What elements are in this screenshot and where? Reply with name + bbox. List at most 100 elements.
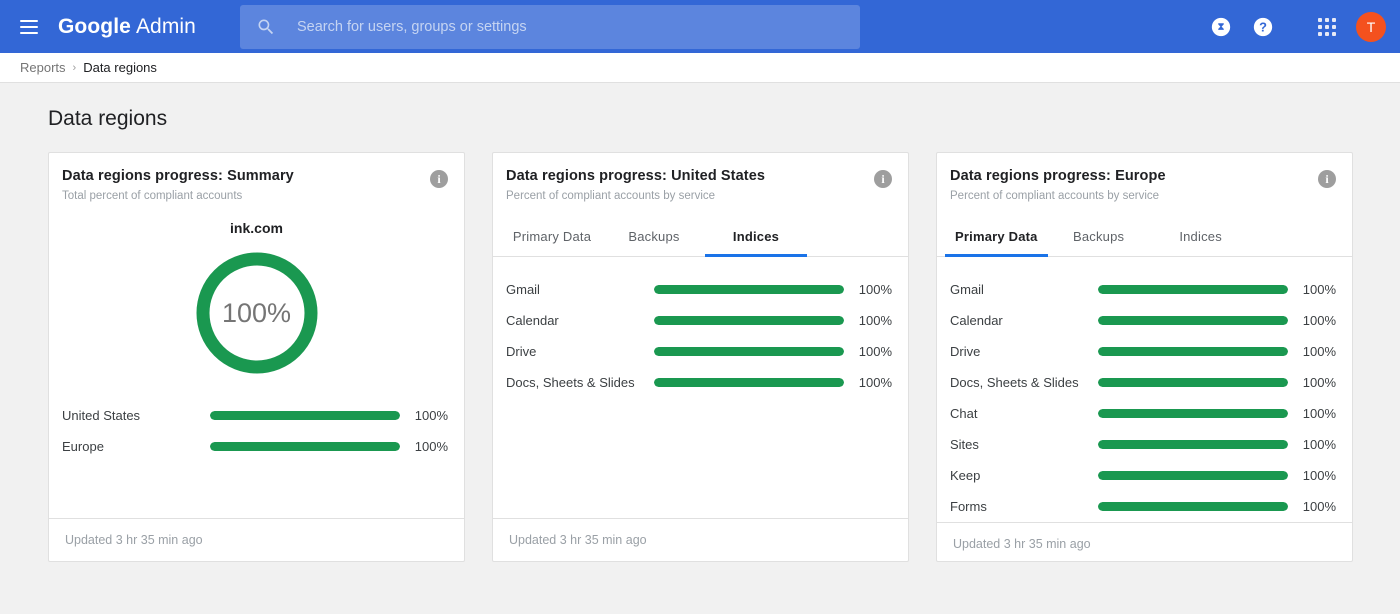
tab-primary-data[interactable]: Primary Data <box>501 218 603 257</box>
search-bar[interactable] <box>240 5 860 49</box>
card-europe: Data regions progress: EuropePercent of … <box>936 152 1353 562</box>
progress-bar-fill <box>654 285 844 294</box>
progress-row: Drive100% <box>506 336 892 367</box>
progress-row-value: 100% <box>1300 313 1336 328</box>
card-united-states: Data regions progress: United StatesPerc… <box>492 152 909 562</box>
progress-row: Keep 100% <box>950 460 1336 491</box>
progress-bar-fill <box>1098 440 1288 449</box>
progress-row: Calendar100% <box>950 305 1336 336</box>
progress-bar-fill <box>210 411 400 420</box>
card-footer-updated: Updated 3 hr 35 min ago <box>493 518 908 561</box>
progress-row-value: 100% <box>856 282 892 297</box>
card-tabs: Primary DataBackupsIndices <box>493 218 908 257</box>
progress-bar-track <box>1098 285 1288 294</box>
progress-row-label: Gmail <box>950 282 1098 297</box>
progress-bar-fill <box>1098 347 1288 356</box>
card-body: Data regions progress: United StatesPerc… <box>493 153 908 518</box>
card-body: Data regions progress: EuropePercent of … <box>937 153 1352 522</box>
tab-primary-data[interactable]: Primary Data <box>945 218 1048 257</box>
progress-bar-fill <box>654 347 844 356</box>
tab-backups[interactable]: Backups <box>603 218 705 257</box>
hamburger-icon[interactable] <box>16 14 42 40</box>
progress-row-label: United States <box>62 408 210 423</box>
card-subtitle: Percent of compliant accounts by service <box>506 190 874 202</box>
card-title: Data regions progress: Summary <box>62 168 430 184</box>
card-tabs: Primary DataBackupsIndices <box>937 218 1352 257</box>
page-title: Data regions <box>48 107 1400 131</box>
progress-row-label: Drive <box>950 344 1098 359</box>
progress-bar-track <box>1098 316 1288 325</box>
progress-bar-track <box>1098 471 1288 480</box>
donut-chart: 100% <box>192 248 322 378</box>
info-icon[interactable]: i <box>874 170 892 188</box>
trial-status-icon[interactable] <box>1200 6 1242 48</box>
progress-row-label: Docs, Sheets & Slides <box>506 375 654 390</box>
header-actions: ? T <box>1200 6 1386 48</box>
progress-row-value: 100% <box>856 375 892 390</box>
card-footer-updated: Updated 3 hr 35 min ago <box>49 518 464 561</box>
progress-bar-fill <box>1098 378 1288 387</box>
progress-row-value: 100% <box>1300 468 1336 483</box>
progress-row-label: Forms <box>950 499 1098 514</box>
help-icon[interactable]: ? <box>1242 6 1284 48</box>
card-title: Data regions progress: Europe <box>950 168 1318 184</box>
apps-grid-icon[interactable] <box>1306 6 1348 48</box>
progress-row-label: Calendar <box>506 313 654 328</box>
breadcrumb-separator-icon: › <box>73 62 77 74</box>
card-header: Data regions progress: United StatesPerc… <box>493 153 908 202</box>
progress-row-label: Europe <box>62 439 210 454</box>
progress-row-value: 100% <box>1300 344 1336 359</box>
info-icon[interactable]: i <box>430 170 448 188</box>
progress-row-label: Chat <box>950 406 1098 421</box>
domain-name: ink.com <box>49 220 464 236</box>
progress-bar-fill <box>654 378 844 387</box>
progress-row-label: Keep <box>950 468 1098 483</box>
tab-indices[interactable]: Indices <box>1150 218 1252 257</box>
svg-text:?: ? <box>1259 19 1267 34</box>
tab-backups[interactable]: Backups <box>1048 218 1150 257</box>
progress-row: Docs, Sheets & Slides 100% <box>506 367 892 398</box>
breadcrumb-item-reports[interactable]: Reports <box>20 60 66 75</box>
progress-bar-track <box>1098 502 1288 511</box>
brand-admin-text: Admin <box>136 15 196 38</box>
progress-row-value: 100% <box>1300 406 1336 421</box>
progress-bar-fill <box>1098 409 1288 418</box>
progress-row-value: 100% <box>1300 375 1336 390</box>
progress-row-label: Drive <box>506 344 654 359</box>
progress-bar-track <box>654 347 844 356</box>
progress-row: Gmail100% <box>506 274 892 305</box>
card-summary: Data regions progress: Summary Total perc… <box>48 152 465 562</box>
search-icon <box>256 17 276 37</box>
avatar[interactable]: T <box>1356 12 1386 42</box>
progress-bar-fill <box>654 316 844 325</box>
progress-bar-fill <box>1098 316 1288 325</box>
tab-indices[interactable]: Indices <box>705 218 807 257</box>
cards-container: Data regions progress: Summary Total perc… <box>48 152 1400 562</box>
progress-row: Docs, Sheets & Slides 100% <box>950 367 1336 398</box>
progress-bar-track <box>1098 347 1288 356</box>
progress-row: Forms 100% <box>950 491 1336 522</box>
search-input[interactable] <box>297 5 844 49</box>
app-header: GoogleAdmin ? T <box>0 0 1400 53</box>
page-content: Data regions Data regions progress: Summ… <box>0 83 1400 562</box>
progress-row: Chat 100% <box>950 398 1336 429</box>
progress-row-value: 100% <box>412 408 448 423</box>
donut-value-label: 100% <box>192 248 322 378</box>
donut-chart-wrapper: 100% <box>49 248 464 378</box>
info-icon[interactable]: i <box>1318 170 1336 188</box>
progress-row: Gmail100% <box>950 274 1336 305</box>
progress-row-value: 100% <box>412 439 448 454</box>
progress-bar-track <box>1098 378 1288 387</box>
progress-bar-fill <box>1098 502 1288 511</box>
progress-row: Sites100% <box>950 429 1336 460</box>
progress-row: Europe 100% <box>62 431 448 462</box>
brand-logo[interactable]: GoogleAdmin <box>58 15 196 39</box>
progress-row-value: 100% <box>1300 499 1336 514</box>
card-body: Data regions progress: Summary Total perc… <box>49 153 464 518</box>
progress-row: United States 100% <box>62 400 448 431</box>
progress-row-label: Docs, Sheets & Slides <box>950 375 1098 390</box>
progress-bar-track <box>654 316 844 325</box>
card-header-text: Data regions progress: United StatesPerc… <box>506 168 874 202</box>
card-subtitle: Total percent of compliant accounts <box>62 190 430 202</box>
progress-rows: Gmail100%Calendar100%Drive100%Docs, Shee… <box>493 274 908 398</box>
